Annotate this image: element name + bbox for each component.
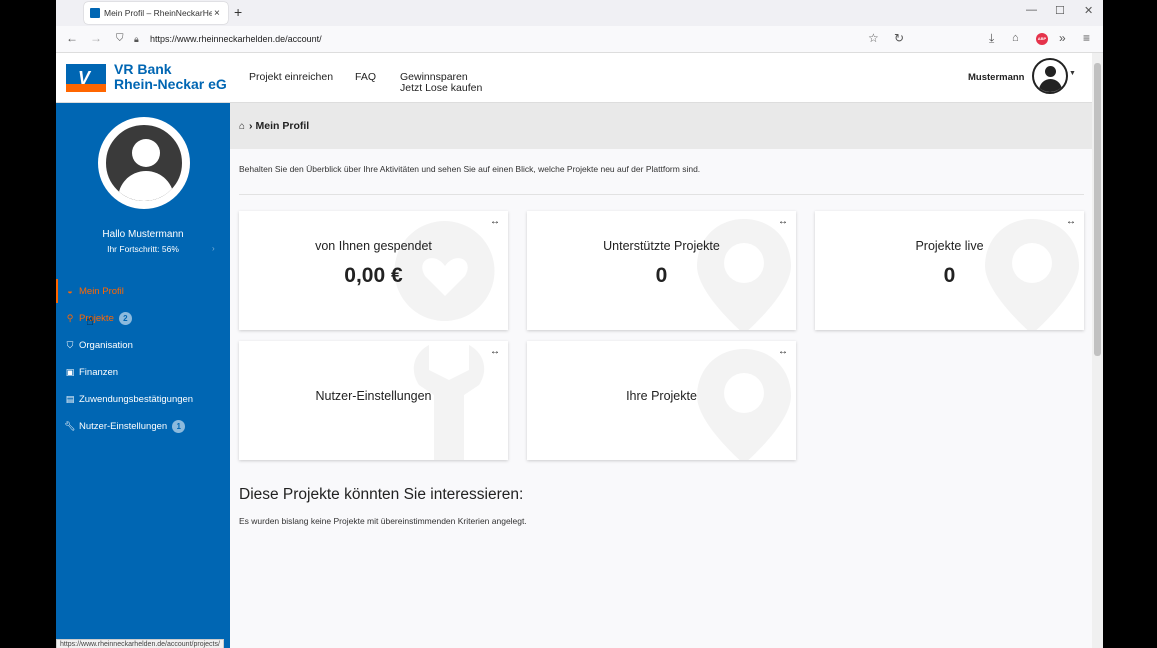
card-value: 0 bbox=[655, 264, 668, 287]
card-value: 0 bbox=[943, 264, 956, 287]
logo-line1: VR Bank bbox=[114, 61, 172, 77]
favicon-icon bbox=[90, 8, 100, 18]
logo-line2: Rhein-Neckar eG bbox=[114, 76, 227, 92]
card-label: Unterstützte Projekte bbox=[603, 239, 720, 253]
sidebar-item-organisation[interactable]: ⛉ Organisation bbox=[56, 333, 230, 357]
money-icon: ▣ bbox=[65, 366, 75, 377]
sidebar-item-label: Mein Profil bbox=[79, 285, 124, 297]
interest-heading: Diese Projekte könnten Sie interessieren… bbox=[239, 486, 524, 503]
sidebar-item-mein-profil[interactable]: ◒ Mein Profil bbox=[56, 279, 230, 303]
card-your-projects[interactable]: ↔ Ihre Projekte bbox=[527, 341, 796, 460]
card-label: von Ihnen gespendet bbox=[315, 239, 432, 253]
sidebar-item-label: Zuwendungsbestätigungen bbox=[79, 393, 194, 405]
download-icon[interactable]: ⤓ bbox=[989, 31, 994, 46]
nav-gewinnsparen-line2: Jetzt Lose kaufen bbox=[400, 82, 483, 94]
overflow-chevron-icon[interactable]: » bbox=[1059, 31, 1066, 45]
forward-icon[interactable]: → bbox=[90, 31, 102, 45]
header-avatar[interactable] bbox=[1032, 58, 1068, 94]
navigation-toolbar: ← → ⛉ 🔒︎ https://www.rheinneckarhelden.d… bbox=[56, 26, 1103, 53]
sidebar-item-projekte[interactable]: ⚲ Projekte 2 bbox=[56, 306, 230, 330]
progress-text: Ihr Fortschritt: 56% bbox=[107, 244, 179, 254]
card-label: Projekte live bbox=[915, 239, 984, 253]
adblock-icon[interactable]: ABP bbox=[1036, 33, 1048, 45]
status-bar-url: https://www.rheinneckarhelden.de/account… bbox=[56, 639, 224, 648]
sidebar: Hallo Mustermann Ihr Fortschritt: 56% › … bbox=[56, 103, 230, 648]
breadcrumb-current: Mein Profil bbox=[255, 120, 310, 132]
expand-icon[interactable]: ↔ bbox=[490, 346, 500, 357]
tab-bar: Mein Profil – RheinNeckarHelden × + — ☐ … bbox=[56, 0, 1103, 26]
shield-tracking-icon[interactable]: ⛉ bbox=[116, 33, 124, 44]
profile-avatar bbox=[98, 117, 190, 209]
breadcrumb: ⌂ › Mein Profil bbox=[230, 103, 1092, 149]
card-label: Nutzer-Einstellungen bbox=[315, 389, 432, 403]
mouse-cursor-icon: ☝︎ bbox=[86, 313, 94, 328]
minimize-icon[interactable]: — bbox=[1026, 4, 1037, 16]
url-bar[interactable]: https://www.rheinneckarhelden.de/account… bbox=[150, 34, 322, 44]
wrench-icon: 🔧︎ bbox=[64, 420, 76, 431]
home-icon[interactable]: ⌂ bbox=[239, 121, 245, 132]
sidebar-item-nutzer-einstellungen[interactable]: 🔧︎ Nutzer-Einstellungen 1 bbox=[56, 414, 230, 438]
card-value: 0,00 € bbox=[344, 264, 403, 287]
interest-text: Es wurden bislang keine Projekte mit übe… bbox=[239, 516, 527, 526]
expand-icon[interactable]: ↔ bbox=[778, 216, 788, 227]
header-user-name[interactable]: Mustermann bbox=[968, 72, 1024, 83]
nav-faq[interactable]: FAQ bbox=[355, 72, 376, 83]
home-icon[interactable]: ⌂ bbox=[1012, 32, 1019, 44]
sidebar-item-label: Nutzer-Einstellungen bbox=[79, 420, 168, 432]
card-user-settings[interactable]: ↔ Nutzer-Einstellungen bbox=[239, 341, 508, 460]
divider bbox=[239, 194, 1084, 195]
expand-icon[interactable]: ↔ bbox=[1066, 216, 1076, 227]
shield-icon: ⛉ bbox=[66, 339, 74, 350]
card-live-projects[interactable]: ↔ Projekte live 0 bbox=[815, 211, 1084, 330]
intro-text: Behalten Sie den Überblick über Ihre Akt… bbox=[239, 164, 701, 174]
sidebar-item-label: Finanzen bbox=[79, 366, 119, 378]
expand-icon[interactable]: ↔ bbox=[490, 216, 500, 227]
nav-projekt-einreichen[interactable]: Projekt einreichen bbox=[249, 72, 333, 83]
sidebar-item-finanzen[interactable]: ▣ Finanzen bbox=[56, 360, 230, 384]
menu-icon[interactable]: ≡ bbox=[1083, 31, 1090, 45]
breadcrumb-separator: › bbox=[249, 120, 253, 132]
browser-tab[interactable]: Mein Profil – RheinNeckarHelden × bbox=[84, 2, 228, 24]
tab-title: Mein Profil – RheinNeckarHelden bbox=[104, 8, 212, 18]
vr-bank-logo[interactable]: V bbox=[66, 64, 106, 92]
logo-text[interactable]: VR Bank Rhein-Neckar eG bbox=[114, 62, 227, 92]
chevron-right-icon[interactable]: › bbox=[212, 244, 215, 253]
count-badge: 2 bbox=[118, 311, 132, 325]
dashboard-icon: ◒ bbox=[67, 286, 73, 296]
bookmark-star-icon[interactable]: ☆ bbox=[868, 31, 879, 45]
greeting: Hallo Mustermann bbox=[102, 229, 184, 240]
chevron-down-icon[interactable]: ▼ bbox=[1069, 70, 1076, 77]
new-tab-button[interactable]: + bbox=[234, 4, 242, 20]
close-tab-icon[interactable]: × bbox=[214, 8, 220, 19]
sidebar-item-label: Projekte bbox=[79, 312, 114, 324]
browser-window: Mein Profil – RheinNeckarHelden × + — ☐ … bbox=[56, 0, 1103, 648]
reload-icon[interactable]: ↻ bbox=[894, 31, 904, 45]
pin-watermark-icon bbox=[697, 349, 791, 460]
document-icon: ▤ bbox=[65, 393, 75, 404]
card-supported-projects[interactable]: ↔ Unterstützte Projekte 0 bbox=[527, 211, 796, 330]
scrollbar-thumb[interactable] bbox=[1094, 63, 1101, 356]
maximize-icon[interactable]: ☐ bbox=[1055, 4, 1065, 17]
nav-gewinnsparen[interactable]: Gewinnsparen Jetzt Lose kaufen bbox=[400, 72, 482, 94]
site-header: V VR Bank Rhein-Neckar eG Projekt einrei… bbox=[56, 53, 1103, 103]
close-window-icon[interactable]: ✕ bbox=[1084, 4, 1093, 17]
card-label: Ihre Projekte bbox=[626, 389, 697, 403]
expand-icon[interactable]: ↔ bbox=[778, 346, 788, 357]
scrollbar[interactable] bbox=[1092, 53, 1103, 648]
sidebar-item-label: Organisation bbox=[79, 339, 133, 351]
back-icon[interactable]: ← bbox=[66, 31, 78, 45]
sidebar-item-zuwendungsbestaetigungen[interactable]: ▤ Zuwendungsbestätigungen bbox=[56, 387, 230, 411]
pin-icon: ⚲ bbox=[66, 312, 74, 323]
card-donated[interactable]: ↔ von Ihnen gespendet 0,00 € bbox=[239, 211, 508, 330]
count-badge: 1 bbox=[172, 419, 186, 433]
lock-icon[interactable]: 🔒︎ bbox=[134, 34, 139, 45]
